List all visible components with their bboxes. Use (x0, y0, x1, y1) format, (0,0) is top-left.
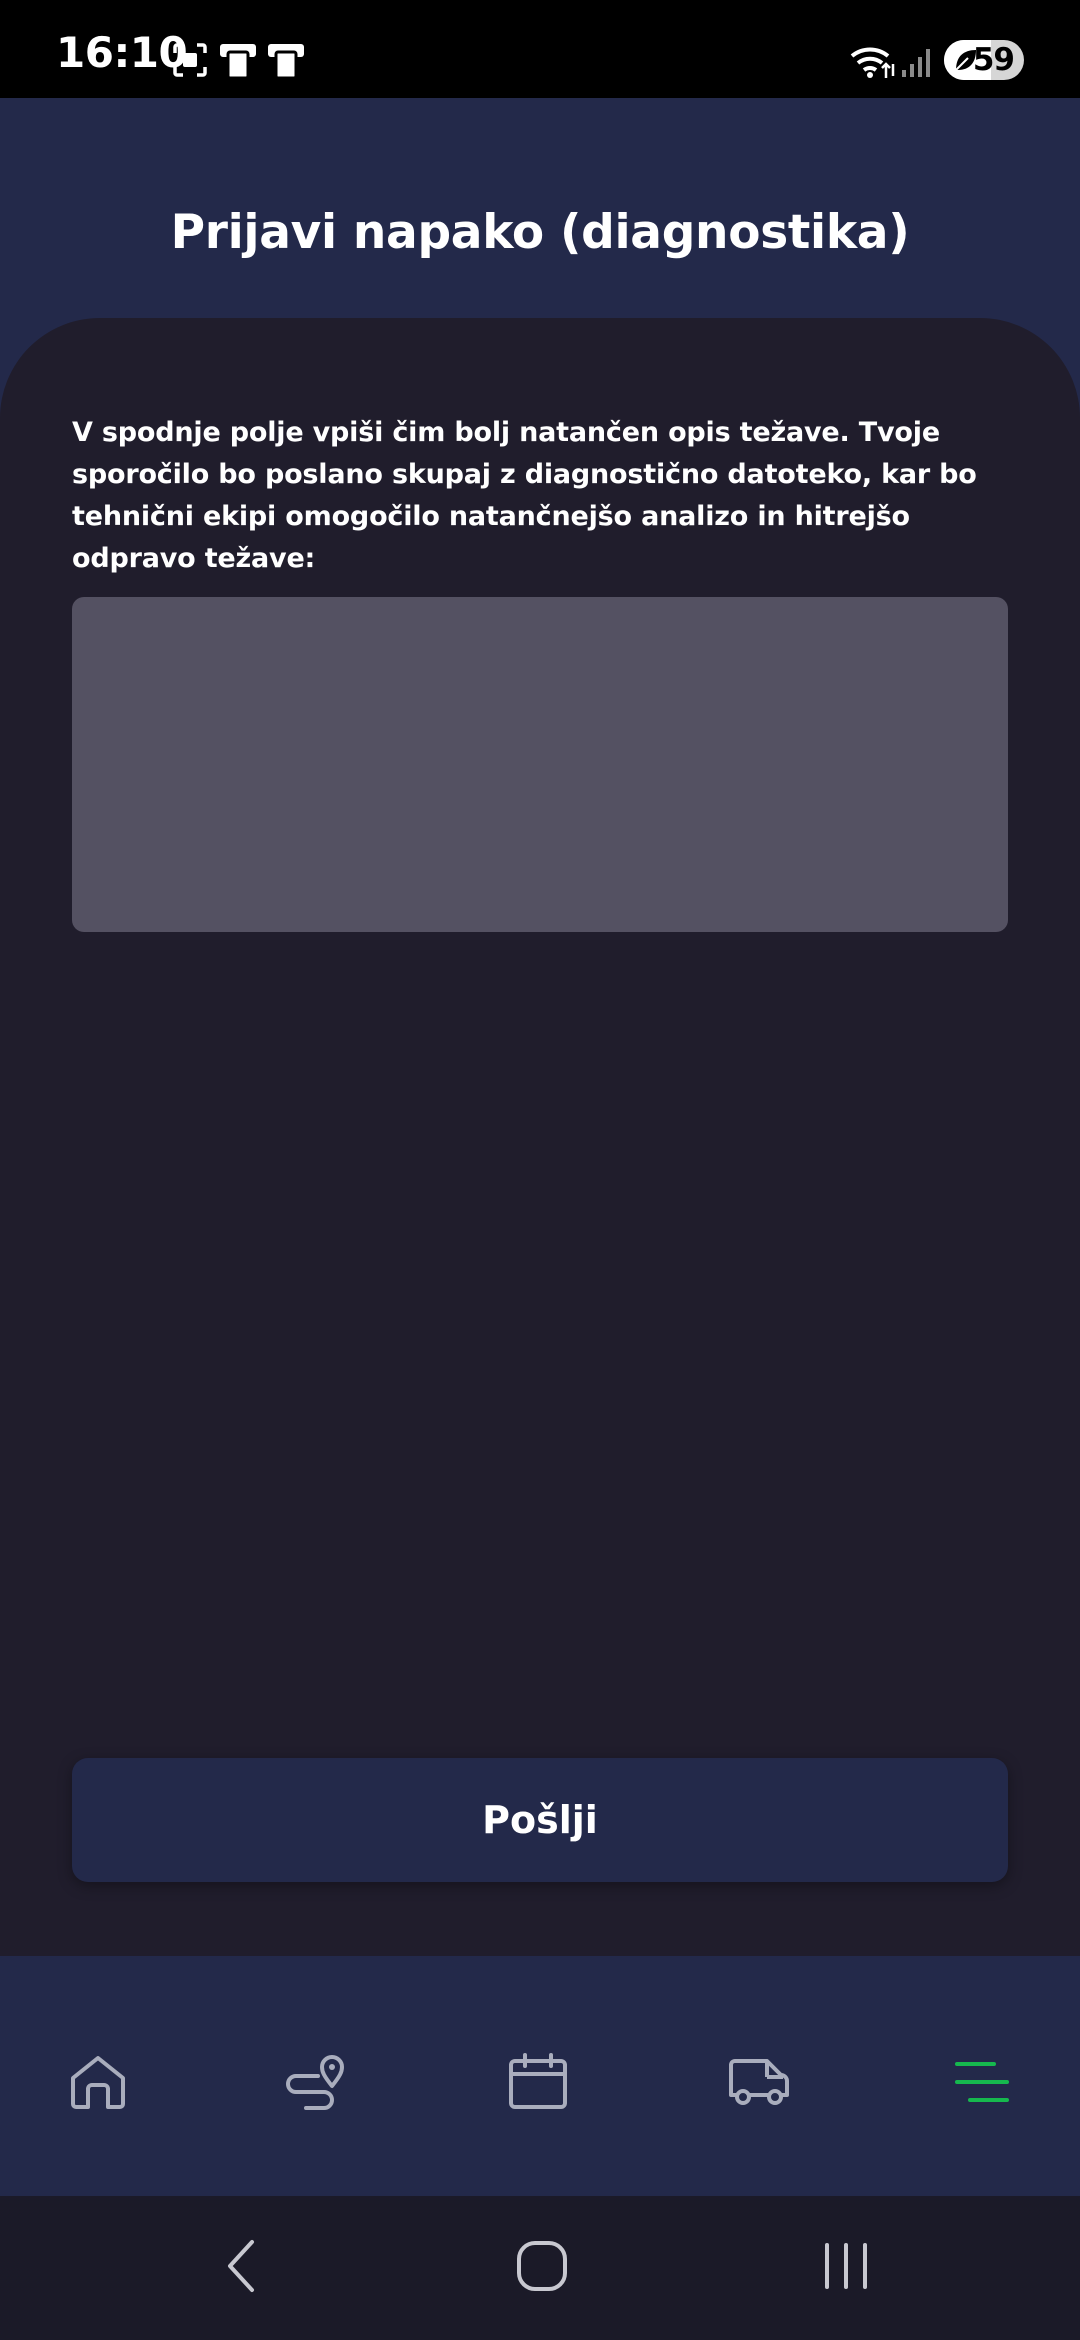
nav-item-home[interactable] (48, 2034, 148, 2134)
send-button[interactable]: Pošlji (72, 1758, 1008, 1882)
nav-item-vehicle[interactable] (710, 2034, 810, 2134)
calendar-icon (507, 2052, 569, 2116)
battery-indicator: 59 (944, 40, 1024, 80)
menu-icon (954, 2058, 1010, 2110)
problem-description-input[interactable] (72, 597, 1008, 932)
nav-item-routes[interactable] (266, 2034, 366, 2134)
system-home-button[interactable] (492, 2228, 592, 2308)
device-icon (218, 42, 258, 84)
bottom-navigation (0, 1956, 1080, 2196)
instructions-text: V spodnje polje vpiši čim bolj natančen … (72, 417, 977, 574)
signal-icon (900, 46, 934, 82)
home-button-icon (516, 2240, 568, 2296)
van-icon (727, 2053, 793, 2115)
nav-item-menu[interactable] (932, 2034, 1032, 2134)
device-icon (266, 42, 306, 84)
home-icon (68, 2053, 128, 2115)
content-card: V spodnje polje vpiši čim bolj natančen … (0, 318, 1080, 1956)
status-bar: 16:10 59 (0, 0, 1080, 98)
recents-icon (821, 2241, 871, 2295)
screenshot-icon (172, 42, 208, 82)
page-title: Prijavi napako (diagnostika) (170, 205, 910, 260)
back-icon (222, 2238, 262, 2298)
status-time: 16:10 (56, 28, 188, 77)
wifi-icon (848, 44, 896, 84)
system-recents-button[interactable] (796, 2228, 896, 2308)
system-navigation-bar (0, 2196, 1080, 2340)
nav-item-calendar[interactable] (488, 2034, 588, 2134)
battery-level: 59 (972, 42, 1015, 78)
route-icon (284, 2052, 348, 2116)
app-screen: 16:10 59 Prijavi napako (diagnostika) V … (0, 0, 1080, 2340)
system-back-button[interactable] (192, 2228, 292, 2308)
